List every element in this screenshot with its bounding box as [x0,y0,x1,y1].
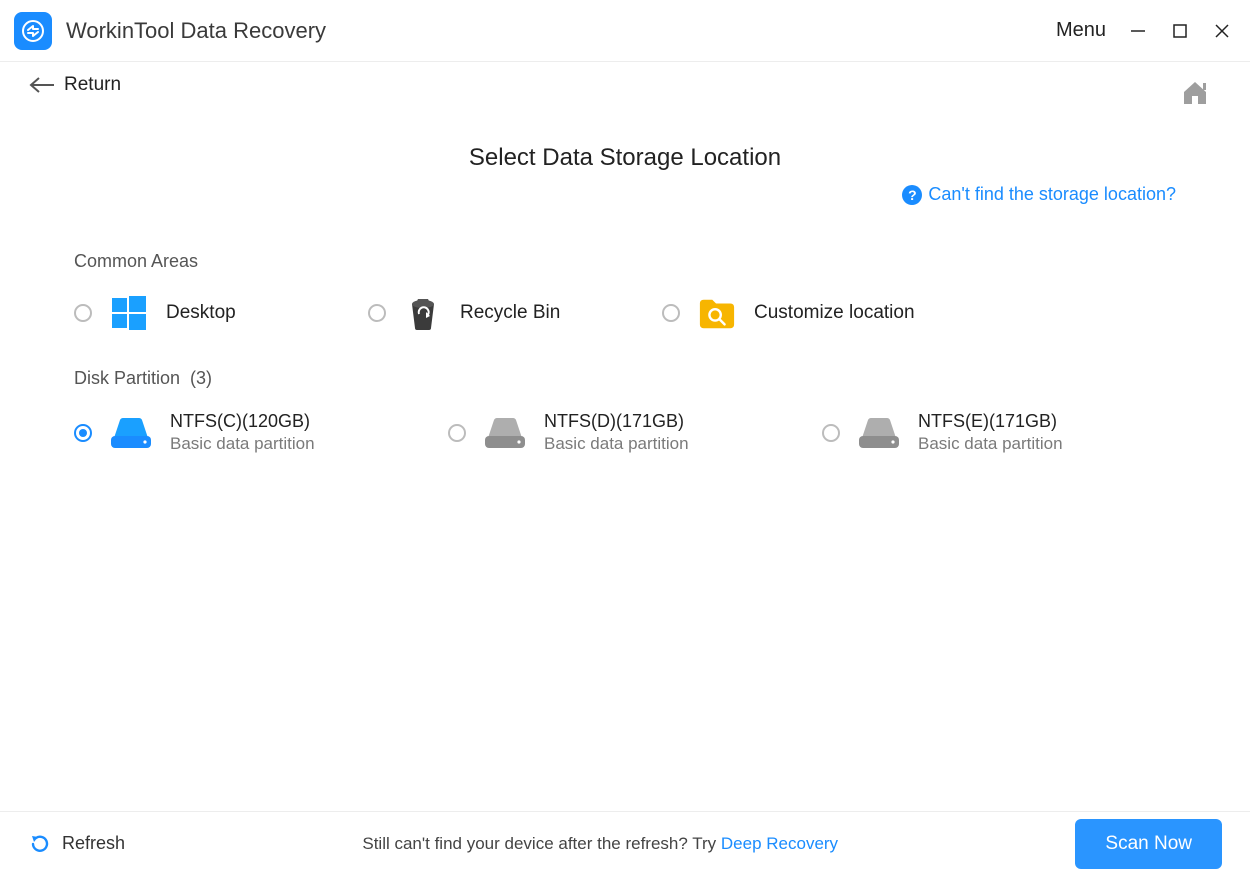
disk-icon [856,415,902,451]
app-title: WorkinTool Data Recovery [66,18,326,44]
partition-d[interactable]: NTFS(D)(171GB) Basic data partition [448,411,778,454]
option-recycle-bin-label: Recycle Bin [460,302,560,324]
scan-now-button[interactable]: Scan Now [1075,819,1222,869]
main-area: Select Data Storage Location ? Can't fin… [0,100,1250,811]
close-button[interactable] [1212,21,1232,41]
home-button[interactable] [1180,80,1210,111]
disk-icon [108,415,154,451]
footer-hint: Still can't find your device after the r… [125,834,1075,854]
partition-c[interactable]: NTFS(C)(120GB) Basic data partition [74,411,404,454]
folder-search-icon [698,294,736,332]
help-link-label: Can't find the storage location? [928,184,1176,205]
maximize-button[interactable] [1170,21,1190,41]
radio-desktop[interactable] [74,304,92,322]
return-button[interactable]: Return [28,74,121,96]
recycle-bin-icon [404,294,442,332]
partition-e[interactable]: NTFS(E)(171GB) Basic data partition [822,411,1152,454]
partition-c-subtitle: Basic data partition [170,434,315,454]
partition-d-subtitle: Basic data partition [544,434,689,454]
footer-hint-prefix: Still can't find your device after the r… [362,834,721,853]
arrow-left-icon [28,76,56,94]
refresh-button[interactable]: Refresh [28,832,125,856]
option-desktop[interactable]: Desktop [74,294,324,332]
disk-icon [482,415,528,451]
app-logo [14,12,52,50]
option-recycle-bin[interactable]: Recycle Bin [368,294,618,332]
partition-e-subtitle: Basic data partition [918,434,1063,454]
menu-button[interactable]: Menu [1056,19,1106,42]
disk-partition-count: (3) [190,368,212,388]
disk-partition-label: Disk Partition (3) [74,368,1176,389]
radio-partition-c[interactable] [74,424,92,442]
subbar: Return [0,62,1250,100]
radio-partition-e[interactable] [822,424,840,442]
windows-icon [110,294,148,332]
option-customize-location[interactable]: Customize location [662,294,915,332]
deep-recovery-link[interactable]: Deep Recovery [721,834,838,853]
help-link[interactable]: ? Can't find the storage location? [902,184,1176,205]
home-icon [1180,80,1210,106]
footer: Refresh Still can't find your device aft… [0,811,1250,875]
radio-customize-location[interactable] [662,304,680,322]
titlebar: WorkinTool Data Recovery Menu [0,0,1250,62]
partition-d-title: NTFS(D)(171GB) [544,411,689,432]
option-customize-location-label: Customize location [754,302,915,324]
refresh-icon [28,832,52,856]
common-areas-label: Common Areas [74,251,1176,272]
disk-partition-text: Disk Partition [74,368,180,388]
partition-c-title: NTFS(C)(120GB) [170,411,315,432]
radio-partition-d[interactable] [448,424,466,442]
return-label: Return [64,74,121,96]
radio-recycle-bin[interactable] [368,304,386,322]
refresh-label: Refresh [62,833,125,854]
logo-icon [21,19,45,43]
partition-e-title: NTFS(E)(171GB) [918,411,1063,432]
help-icon: ? [902,185,922,205]
page-title: Select Data Storage Location [74,144,1176,172]
minimize-button[interactable] [1128,21,1148,41]
option-desktop-label: Desktop [166,302,236,324]
